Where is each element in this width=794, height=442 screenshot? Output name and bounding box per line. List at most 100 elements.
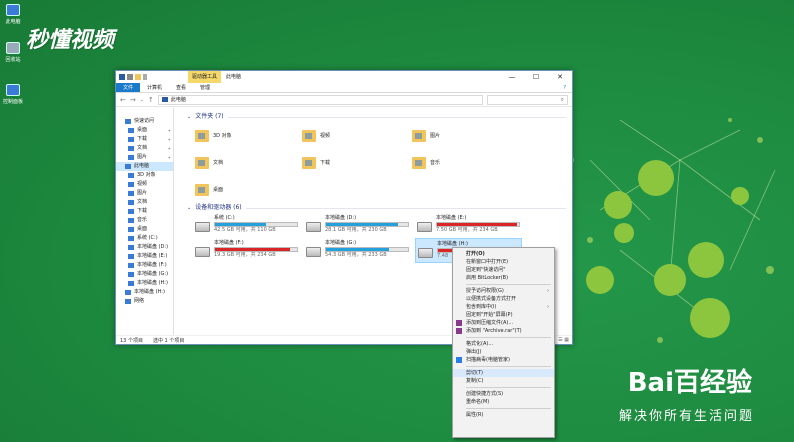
context-menu-item[interactable]: 以便携式设备方式打开 [453,295,554,303]
nav-item[interactable]: 系统 (C:) [116,234,173,243]
pin-icon[interactable]: ✦ [168,126,173,135]
drive-info: 系统 (C:) 42.5 GB 可用，共 110 GB [214,215,298,234]
nav-item-label: 图片 [137,154,148,160]
drive-name: 本地磁盘 (E:) [436,215,467,221]
context-menu-item[interactable]: 弹出(J) [453,348,554,356]
maximize-button[interactable]: ☐ [524,71,548,83]
desktop-icon-recycle[interactable]: 回收站 [2,42,24,63]
help-icon[interactable]: ? [563,83,572,92]
nav-item-label: 3D 对象 [137,172,156,178]
context-menu-item[interactable]: 添加到 "Archive.rar"(T) [453,327,554,335]
menu-item-label: 复制(C) [466,378,484,384]
tab-computer[interactable]: 计算机 [140,83,169,92]
drive-item[interactable]: 本地磁盘 (D:) 28.1 GB 可用，共 230 GB [304,213,411,238]
breadcrumb[interactable]: 此电脑 [171,96,186,103]
network-icon [125,299,131,304]
context-menu-item[interactable]: 包含到库中(I) › [453,303,554,311]
forward-arrow-icon[interactable]: → [130,96,136,104]
folder-item[interactable]: 桌面 [195,176,302,203]
pin-icon[interactable]: ✦ [168,135,173,144]
context-menu-item[interactable]: 打开(O) [453,250,554,258]
view-toggle-icons[interactable]: ☰ ▦ [558,337,572,343]
pin-icon[interactable]: ✦ [168,153,173,162]
nav-item[interactable]: 音乐 [116,216,173,225]
drive-item[interactable]: 本地磁盘 (G:) 54.3 GB 可用，共 233 GB [304,238,411,263]
context-menu-item[interactable]: 扫描病毒(电脑管家) [453,356,554,364]
context-menu-item[interactable]: 创建快捷方式(S) [453,390,554,398]
desktop-icon-label: 控制面板 [2,99,23,105]
nav-item[interactable]: 本地磁盘 (H:) [116,288,173,297]
nav-item[interactable]: 本地磁盘 (D:) [116,243,173,252]
drive-icon [128,263,134,268]
pin-icon[interactable]: ✦ [168,144,173,153]
tab-view[interactable]: 查看 [169,83,193,92]
folder-item[interactable]: 图片 [412,122,522,149]
contextual-tab-drive-tools[interactable]: 驱动器工具 [188,71,222,83]
folder-item[interactable]: 3D 对象 [195,122,302,149]
context-menu-item[interactable]: 固定到"开始"屏幕(P) [453,311,554,319]
nav-item[interactable]: 本地磁盘 (G:) [116,270,173,279]
context-menu-item[interactable]: 属性(R) [453,411,554,419]
nav-item[interactable]: 3D 对象 [116,171,173,180]
chevron-down-icon[interactable] [143,74,147,80]
group-header-folders[interactable]: ⌄ 文件夹 (7) [187,112,572,122]
context-menu-item[interactable]: 授予访问权限(G) › [453,287,554,295]
nav-item[interactable]: 文档 ✦ [116,144,173,153]
nav-item[interactable]: 下载 [116,207,173,216]
menu-item-label: 添加到压缩文件(A)... [466,320,514,326]
folder-item[interactable]: 文档 [195,149,302,176]
tab-manage[interactable]: 管理 [193,83,217,92]
back-arrow-icon[interactable]: ← [120,96,126,104]
drive-item[interactable]: 本地磁盘 (E:) 7.50 GB 可用，共 234 GB [415,213,522,238]
context-menu-item[interactable]: 在新窗口中打开(E) [453,258,554,266]
nav-item[interactable]: 图片 [116,189,173,198]
nav-item[interactable]: 图片 ✦ [116,153,173,162]
group-title: 设备和驱动器 (6) [195,204,242,211]
folder-item[interactable]: 视频 [302,122,412,149]
menu-item-label: 添加到 "Archive.rar"(T) [466,328,522,334]
context-menu-item[interactable]: 添加到压缩文件(A)... [453,319,554,327]
nav-item[interactable]: 视频 [116,180,173,189]
context-menu-item[interactable]: 启用 BitLocker(B) [453,274,554,282]
nav-item[interactable]: 本地磁盘 (H:) [116,279,173,288]
baidu-tagline: 解决你所有生活问题 [618,409,754,424]
nav-item[interactable]: 本地磁盘 (E:) [116,252,173,261]
drive-item[interactable]: 本地磁盘 (F:) 19.3 GB 可用，共 234 GB [193,238,300,263]
new-folder-icon[interactable] [135,74,141,80]
minimize-button[interactable]: — [500,71,524,83]
context-menu-item[interactable]: 复制(C) [453,377,554,385]
hard-drive-icon [306,247,321,257]
drive-item[interactable]: 系统 (C:) 42.5 GB 可用，共 110 GB [193,213,300,238]
desktop-icon-control-panel[interactable]: 控制面板 [2,84,24,105]
nav-item[interactable]: 网络 [116,297,173,306]
close-button[interactable]: ✕ [548,71,572,83]
nav-item[interactable]: 下载 ✦ [116,135,173,144]
context-menu-item[interactable]: 格式化(A)... [453,340,554,348]
recent-chevron-icon[interactable]: ⌄ [140,97,144,103]
context-menu-item[interactable]: 剪切(T) [453,369,554,377]
desktop-icon-computer[interactable]: 此电脑 [2,4,24,25]
computer-icon [6,4,20,16]
properties-icon[interactable] [127,74,133,80]
nav-item[interactable]: 快速访问 [116,117,173,126]
drive-info: 本地磁盘 (G:) 54.3 GB 可用，共 233 GB [325,240,409,259]
nav-item-label: 本地磁盘 (F:) [137,262,167,268]
nav-item[interactable]: 桌面 ✦ [116,126,173,135]
nav-item[interactable]: 文档 [116,198,173,207]
search-input[interactable]: ⌕ [486,94,568,105]
nav-item[interactable]: 桌面 [116,225,173,234]
music-icon [128,218,134,223]
context-menu-item[interactable]: 固定到"快速访问" [453,266,554,274]
nav-item[interactable]: 本地磁盘 (F:) [116,261,173,270]
folder-item[interactable]: 音乐 [412,149,522,176]
drive-usage-bar [214,247,298,252]
group-header-drives[interactable]: ⌄ 设备和驱动器 (6) [187,203,572,213]
context-menu-item[interactable]: 重命名(M) [453,398,554,406]
tab-file[interactable]: 文件 [116,83,141,92]
nav-item[interactable]: 此电脑 [116,162,173,171]
address-path[interactable]: 此电脑 [157,94,483,105]
drive-usage-bar [436,222,520,227]
folder-icon [412,129,426,142]
folder-item[interactable]: 下载 [302,149,412,176]
up-arrow-icon[interactable]: ↑ [148,96,154,104]
